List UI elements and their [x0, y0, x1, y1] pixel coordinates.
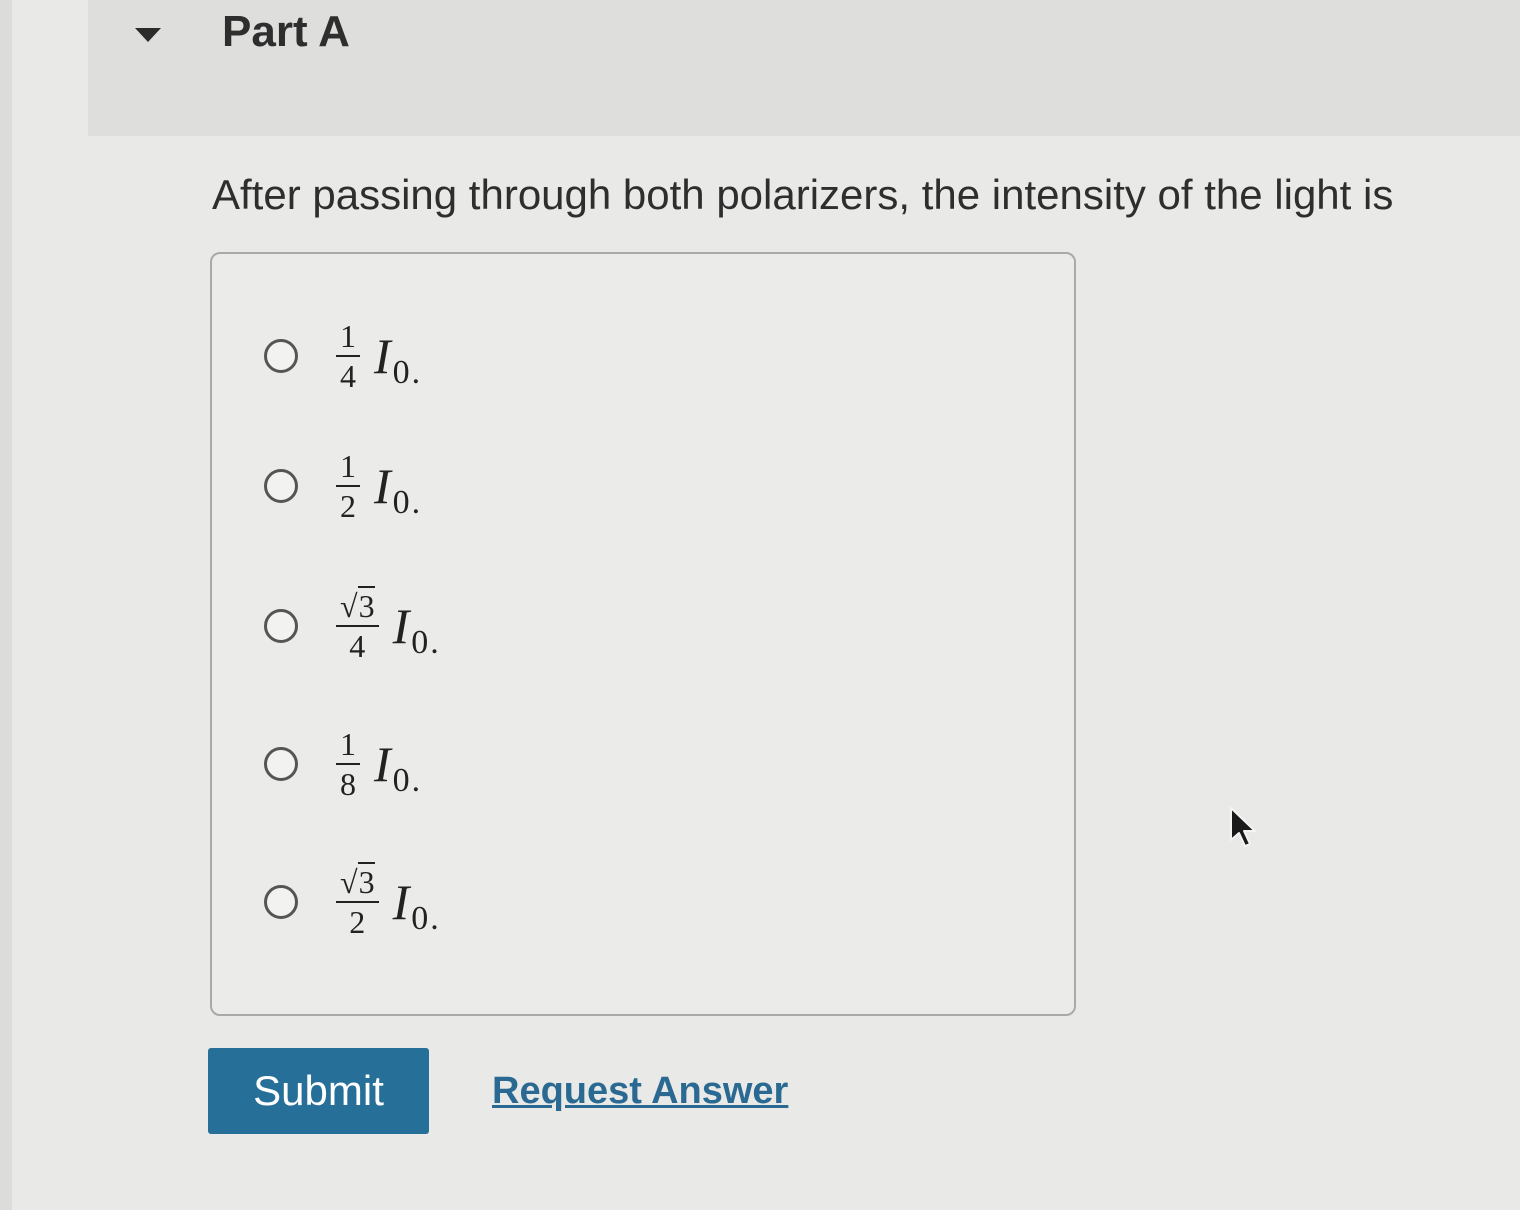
answer-options: 1 4 I0. 1 2 I0. √3 4 I 0 . 1 8 I 0 . √3 … [210, 252, 1076, 1016]
intensity-symbol: I0. [392, 598, 439, 660]
intensity-symbol: I0. [374, 328, 420, 390]
option-3[interactable]: √3 4 I0. [264, 576, 439, 676]
intensity-symbol: I0. [374, 736, 420, 798]
denominator: 4 [340, 358, 356, 394]
option-expression: √3 2 I0. [336, 862, 439, 940]
numerator: √3 [336, 862, 379, 903]
subscript: 0 [411, 624, 429, 661]
fraction: 1 8 [336, 728, 360, 800]
period: . [430, 624, 439, 661]
denominator: 4 [349, 628, 366, 664]
subscript: 0 [392, 762, 410, 799]
numerator: 1 [336, 320, 360, 357]
period: . [430, 900, 439, 937]
radio-button[interactable] [264, 469, 298, 503]
symbol: I [392, 874, 410, 930]
symbol: I [374, 458, 391, 514]
period: . [411, 484, 421, 521]
option-expression: 1 2 I0. [336, 450, 420, 522]
radicand: 3 [357, 862, 375, 900]
radio-button[interactable] [264, 339, 298, 373]
fraction: √3 2 [336, 862, 379, 940]
denominator: 2 [340, 488, 356, 524]
fraction: 1 2 [336, 450, 360, 522]
question-text: After passing through both polarizers, t… [212, 171, 1394, 218]
sqrt-sign: √ [340, 864, 358, 900]
radio-button[interactable] [264, 747, 298, 781]
option-4[interactable]: 1 8 I0. [264, 714, 420, 814]
caret-down-icon[interactable] [132, 24, 164, 48]
numerator: 1 [336, 450, 360, 487]
radicand: 3 [357, 586, 375, 624]
option-1[interactable]: 1 4 I0. [264, 306, 420, 406]
option-expression: √3 4 I0. [336, 586, 439, 664]
page-left-edge [0, 0, 12, 1210]
subscript: 0 [392, 484, 410, 521]
intensity-symbol: I0. [392, 874, 439, 936]
radio-button[interactable] [264, 885, 298, 919]
fraction: √3 4 [336, 586, 379, 664]
part-title: Part A [222, 7, 350, 56]
fraction: 1 4 [336, 320, 360, 392]
option-expression: 1 4 I0. [336, 320, 420, 392]
subscript: 0 [411, 900, 429, 937]
subscript: 0 [392, 354, 410, 391]
intensity-symbol: I0. [374, 458, 420, 520]
option-5[interactable]: √3 2 I0. [264, 852, 439, 952]
period: . [411, 762, 421, 799]
symbol: I [374, 736, 391, 792]
option-2[interactable]: 1 2 I0. [264, 436, 420, 536]
numerator: √3 [336, 586, 379, 627]
symbol: I [374, 328, 391, 384]
numerator: 1 [336, 728, 360, 765]
radio-button[interactable] [264, 609, 298, 643]
symbol: I [392, 598, 410, 654]
sqrt-sign: √ [340, 588, 358, 624]
period: . [411, 354, 421, 391]
submit-button[interactable]: Submit [208, 1048, 429, 1134]
denominator: 8 [340, 766, 356, 802]
mouse-pointer-icon [1228, 806, 1258, 850]
request-answer-link[interactable]: Request Answer [492, 1068, 788, 1114]
denominator: 2 [349, 904, 366, 940]
option-expression: 1 8 I0. [336, 728, 420, 800]
